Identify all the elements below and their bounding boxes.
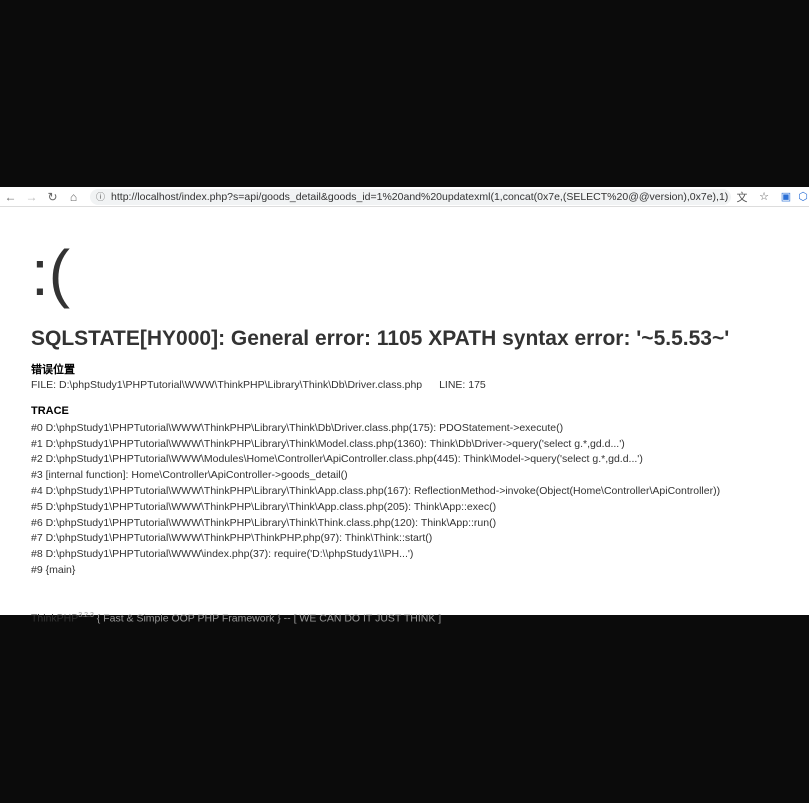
trace-line: #4 D:\phpStudy1\PHPTutorial\WWW\ThinkPHP…	[31, 484, 721, 497]
trace-heading: TRACE	[31, 404, 69, 417]
trace-line: #1 D:\phpStudy1\PHPTutorial\WWW\ThinkPHP…	[31, 437, 625, 450]
trace-line: #6 D:\phpStudy1\PHPTutorial\WWW\ThinkPHP…	[31, 516, 497, 529]
star-icon[interactable]: ☆	[753, 190, 775, 203]
url-text: http://localhost/index.php?s=api/goods_d…	[111, 190, 729, 203]
footer: ThinkPHP3.2.3 { Fast & Simple OOP PHP Fr…	[31, 612, 778, 625]
browser-window: ← → ↻ ⌂ ⓘ http://localhost/index.php?s=a…	[0, 187, 809, 624]
trace-line: #7 D:\phpStudy1\PHPTutorial\WWW\ThinkPHP…	[31, 532, 433, 545]
forward-icon[interactable]: →	[21, 190, 42, 204]
error-file: FILE: D:\phpStudy1\PHPTutorial\WWW\Think…	[31, 379, 423, 391]
translate-icon[interactable]: 文	[731, 189, 753, 205]
home-icon[interactable]: ⌂	[63, 190, 84, 204]
trace-line: #9 {main}	[31, 563, 76, 576]
address-bar[interactable]: ⓘ http://localhost/index.php?s=api/goods…	[90, 188, 731, 205]
error-line: LINE: 175	[439, 379, 486, 391]
footer-tagline: { Fast & Simple OOP PHP Framework } -- […	[93, 612, 442, 625]
browser-toolbar: ← → ↻ ⌂ ⓘ http://localhost/index.php?s=a…	[0, 187, 809, 207]
footer-brand[interactable]: ThinkPHP	[31, 612, 78, 624]
error-location: FILE: D:\phpStudy1\PHPTutorial\WWW\Think…	[31, 378, 778, 394]
error-message: SQLSTATE[HY000]: General error: 1105 XPA…	[31, 327, 730, 350]
error-page: :( SQLSTATE[HY000]: General error: 1105 …	[0, 241, 809, 624]
trace-list: #0 D:\phpStudy1\PHPTutorial\WWW\ThinkPHP…	[31, 421, 778, 579]
footer-version: 3.2.3	[78, 611, 94, 619]
trace-line: #5 D:\phpStudy1\PHPTutorial\WWW\ThinkPHP…	[31, 500, 497, 513]
trace-line: #3 [internal function]: Home\Controller\…	[31, 469, 348, 482]
trace-line: #2 D:\phpStudy1\PHPTutorial\WWW\Modules\…	[31, 453, 643, 466]
sad-face: :(	[31, 237, 71, 309]
location-heading: 错误位置	[31, 364, 75, 376]
extension-icon[interactable]: ⬡	[797, 190, 809, 203]
trace-line: #8 D:\phpStudy1\PHPTutorial\WWW\index.ph…	[31, 548, 414, 561]
info-icon[interactable]: ⓘ	[96, 190, 105, 203]
save-icon[interactable]: ▣	[775, 190, 797, 203]
back-icon[interactable]: ←	[0, 190, 21, 204]
trace-line: #0 D:\phpStudy1\PHPTutorial\WWW\ThinkPHP…	[31, 421, 564, 434]
reload-icon[interactable]: ↻	[42, 190, 63, 204]
